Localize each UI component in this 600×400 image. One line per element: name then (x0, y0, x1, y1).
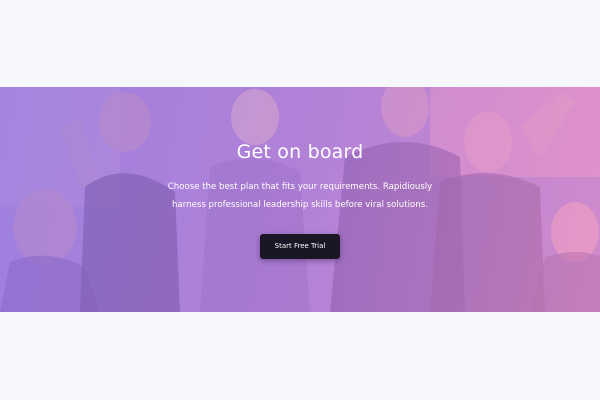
hero-banner: Get on board Choose the best plan that f… (0, 87, 600, 312)
hero-title: Get on board (236, 141, 364, 163)
start-free-trial-button[interactable]: Start Free Trial (260, 234, 340, 259)
page: Get on board Choose the best plan that f… (0, 0, 600, 400)
hero-content: Get on board Choose the best plan that f… (0, 87, 600, 312)
hero-subtitle: Choose the best plan that fits your requ… (167, 182, 433, 210)
